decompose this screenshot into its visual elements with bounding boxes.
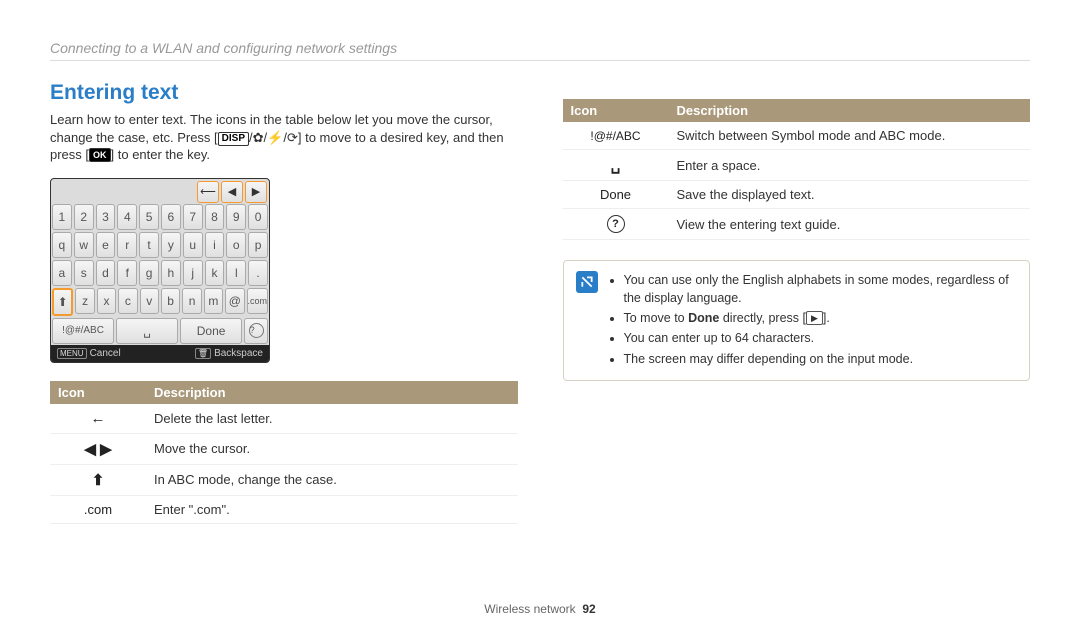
kb-key[interactable]: p xyxy=(248,232,268,258)
trash-icon: 🗑 xyxy=(195,348,211,359)
ok-button-label: OK xyxy=(89,148,111,162)
kb-key[interactable]: 4 xyxy=(117,204,137,230)
kb-key[interactable]: d xyxy=(96,260,116,286)
th-icon: Icon xyxy=(563,99,669,122)
kb-key[interactable]: 9 xyxy=(226,204,246,230)
kb-key[interactable]: l xyxy=(226,260,246,286)
space-icon: ␣ xyxy=(611,157,621,174)
kb-key[interactable]: h xyxy=(161,260,181,286)
kb-mode-key[interactable]: !@#/ABC xyxy=(52,318,114,344)
menu-chip: MENU xyxy=(57,348,87,359)
intro-paragraph: Learn how to enter text. The icons in th… xyxy=(50,111,518,164)
playback-icon: ▶ xyxy=(806,311,823,325)
timer-icon: ⟳ xyxy=(287,130,298,145)
header-divider xyxy=(50,60,1030,61)
kb-key[interactable]: j xyxy=(183,260,203,286)
arrow-left-icon: ← xyxy=(91,410,106,427)
intro-text-3: ] to enter the key. xyxy=(111,147,210,162)
desc-cell: Switch between Symbol mode and ABC mode. xyxy=(669,122,1031,150)
desc-cell: In ABC mode, change the case. xyxy=(146,464,518,495)
kb-key[interactable]: u xyxy=(183,232,203,258)
note-item: You can enter up to 64 characters. xyxy=(624,329,1018,347)
th-desc: Description xyxy=(146,381,518,404)
desc-cell: Enter a space. xyxy=(669,150,1031,181)
kb-cursor-left-icon[interactable]: ◀ xyxy=(221,181,243,203)
kb-key[interactable]: v xyxy=(140,288,159,314)
icon-description-table-left: Icon Description ← Delete the last letter… xyxy=(50,381,518,524)
kb-key[interactable]: e xyxy=(96,232,116,258)
kb-key[interactable]: 5 xyxy=(139,204,159,230)
th-desc: Description xyxy=(669,99,1031,122)
info-icon xyxy=(576,271,598,293)
kb-key[interactable]: 6 xyxy=(161,204,181,230)
flash-icon: ⚡ xyxy=(267,130,283,145)
kb-key[interactable]: g xyxy=(139,260,159,286)
kb-backspace-label: 🗑Backspace xyxy=(195,348,263,359)
info-note-box: You can use only the English alphabets i… xyxy=(563,260,1031,381)
kb-key[interactable]: z xyxy=(75,288,94,314)
kb-key[interactable]: c xyxy=(118,288,137,314)
kb-key[interactable]: i xyxy=(205,232,225,258)
kb-key[interactable]: 3 xyxy=(96,204,116,230)
note-item: The screen may differ depending on the i… xyxy=(624,350,1018,368)
kb-shift-key[interactable]: ⬆ xyxy=(52,288,73,316)
kb-key[interactable]: 8 xyxy=(205,204,225,230)
kb-done-key[interactable]: Done xyxy=(180,318,242,344)
kb-key[interactable]: r xyxy=(117,232,137,258)
kb-key[interactable]: @ xyxy=(225,288,244,314)
breadcrumb: Connecting to a WLAN and configuring net… xyxy=(50,40,1030,56)
cursor-arrows-icon: ◀ ▶ xyxy=(84,441,111,458)
footer-label: Wireless network xyxy=(484,602,575,616)
kb-key[interactable]: t xyxy=(139,232,159,258)
kb-menu-cancel: MENUCancel xyxy=(57,348,121,359)
desc-cell: Delete the last letter. xyxy=(146,404,518,434)
note-item: To move to Done directly, press [▶]. xyxy=(624,309,1018,327)
desc-cell: Enter ".com". xyxy=(146,495,518,523)
dotcom-label: .com xyxy=(50,495,146,523)
section-heading: Entering text xyxy=(50,81,518,105)
done-bold: Done xyxy=(688,311,719,325)
kb-space-key[interactable]: ␣ xyxy=(116,318,178,344)
kb-key[interactable]: 2 xyxy=(74,204,94,230)
done-label: Done xyxy=(563,181,669,209)
kb-backspace-icon[interactable]: ⟵ xyxy=(197,181,219,203)
onscreen-keyboard: ⟵ ◀ ▶ 1 2 3 4 5 6 7 8 9 0 q w e r t xyxy=(50,178,270,363)
desc-cell: Move the cursor. xyxy=(146,433,518,464)
kb-key[interactable]: k xyxy=(205,260,225,286)
disp-button-label: DISP xyxy=(218,132,249,146)
help-icon: ? xyxy=(607,215,625,233)
mode-label: !@#/ABC xyxy=(563,122,669,150)
note-item: You can use only the English alphabets i… xyxy=(624,271,1018,307)
kb-key[interactable]: a xyxy=(52,260,72,286)
kb-key[interactable]: w xyxy=(74,232,94,258)
kb-key[interactable]: m xyxy=(204,288,223,314)
kb-key[interactable]: 0 xyxy=(248,204,268,230)
kb-key[interactable]: x xyxy=(97,288,116,314)
desc-cell: View the entering text guide. xyxy=(669,209,1031,240)
icon-description-table-right: Icon Description !@#/ABCSwitch between S… xyxy=(563,99,1031,240)
kb-key[interactable]: o xyxy=(226,232,246,258)
kb-dotcom-key[interactable]: .com xyxy=(247,288,269,314)
kb-key[interactable]: y xyxy=(161,232,181,258)
desc-cell: Save the displayed text. xyxy=(669,181,1031,209)
shift-icon: ⬆ xyxy=(92,472,105,489)
kb-help-key[interactable]: ? xyxy=(244,318,268,344)
th-icon: Icon xyxy=(50,381,146,404)
kb-key[interactable]: 7 xyxy=(183,204,203,230)
kb-cursor-right-icon[interactable]: ▶ xyxy=(245,181,267,203)
kb-key[interactable]: . xyxy=(248,260,268,286)
kb-key[interactable]: 1 xyxy=(52,204,72,230)
kb-key[interactable]: n xyxy=(182,288,201,314)
page-number: 92 xyxy=(582,602,595,616)
kb-key[interactable]: b xyxy=(161,288,180,314)
flower-icon: ✿ xyxy=(253,130,264,145)
kb-key[interactable]: f xyxy=(117,260,137,286)
question-icon: ? xyxy=(249,323,264,338)
page-footer: Wireless network 92 xyxy=(0,602,1080,616)
kb-key[interactable]: q xyxy=(52,232,72,258)
kb-key[interactable]: s xyxy=(74,260,94,286)
